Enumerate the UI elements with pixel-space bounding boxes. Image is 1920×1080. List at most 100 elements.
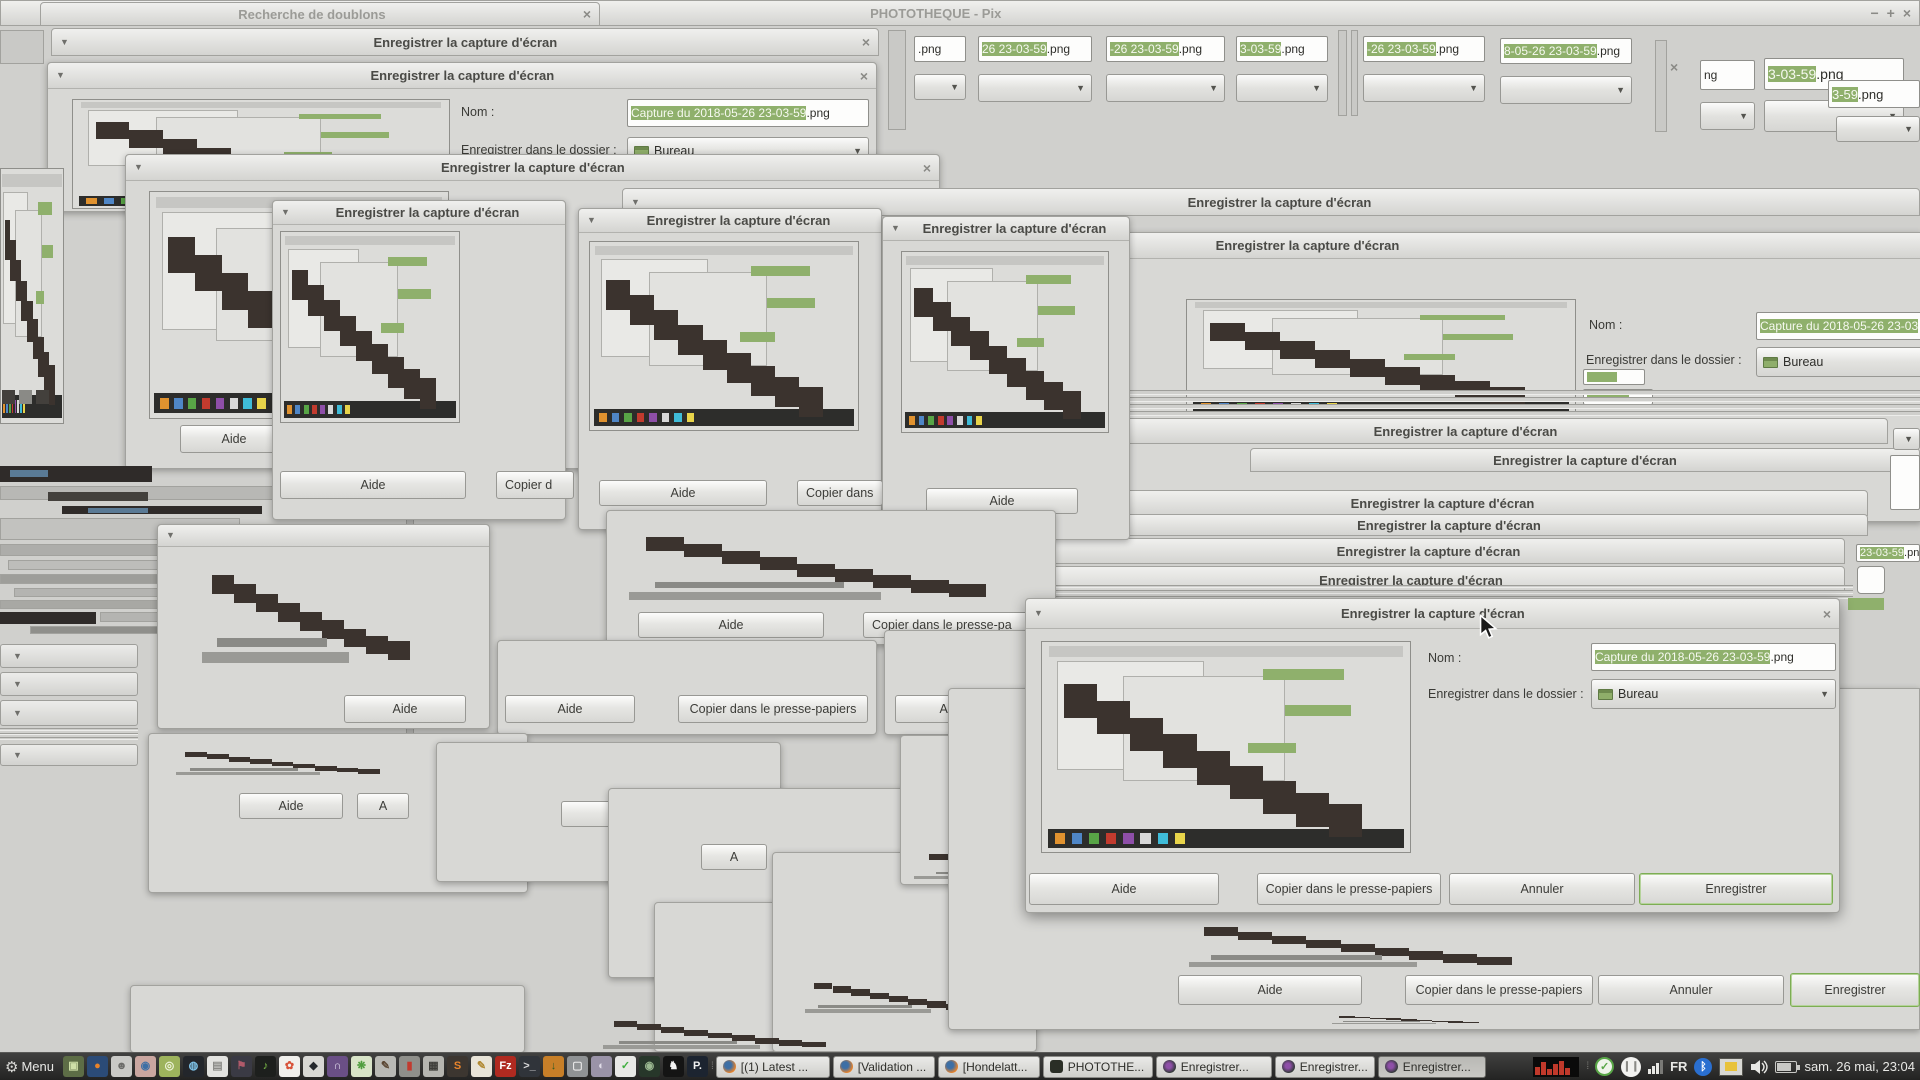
folder-select-fragment[interactable]: ▼ bbox=[1106, 74, 1225, 102]
launcher-film-app-icon[interactable]: ⚑ bbox=[231, 1056, 252, 1077]
launcher-filezilla-icon[interactable]: Fz bbox=[495, 1056, 516, 1077]
network-signal-icon[interactable] bbox=[1648, 1060, 1663, 1074]
expander-arrow-icon[interactable]: ▼ bbox=[891, 224, 900, 233]
expander-row[interactable]: ▼ bbox=[0, 744, 138, 766]
help-button[interactable]: A bbox=[357, 793, 409, 819]
dialog-titlebar[interactable]: ▼Enregistrer la capture d'écran bbox=[1026, 418, 1888, 444]
folder-select-fragment[interactable]: ▼ bbox=[1236, 74, 1328, 102]
taskbar-window-hondelatt[interactable]: [Hondelatt... bbox=[938, 1056, 1040, 1078]
help-button[interactable]: Aide bbox=[599, 480, 767, 506]
folder-select-fragment[interactable]: ▼ bbox=[1893, 428, 1920, 450]
launcher-messaging-icon[interactable]: ☻ bbox=[111, 1056, 132, 1077]
launcher-photos-app-icon[interactable]: ✿ bbox=[279, 1056, 300, 1077]
expander-arrow-icon[interactable]: ▼ bbox=[134, 163, 143, 172]
launcher-firefox-icon[interactable]: ● bbox=[87, 1056, 108, 1077]
expander-arrow-icon[interactable]: ▼ bbox=[587, 216, 596, 225]
cancel-button[interactable]: Annuler bbox=[1449, 873, 1635, 905]
dialog-titlebar[interactable]: ▼Enregistrer la capture d'écran bbox=[1000, 490, 1868, 516]
volume-icon[interactable] bbox=[1750, 1059, 1768, 1075]
launcher-audio-app-icon[interactable]: ∩ bbox=[327, 1056, 348, 1077]
close-icon[interactable]: × bbox=[860, 69, 868, 83]
launcher-spiral-app-icon[interactable]: ◎ bbox=[159, 1056, 180, 1077]
expander-arrow-icon[interactable]: ▼ bbox=[13, 751, 22, 760]
copy-to-clipboard-button[interactable]: Copier dans le presse-papiers bbox=[1257, 873, 1441, 905]
expander-arrow-icon[interactable]: ▼ bbox=[60, 38, 69, 47]
taskbar-window-enregistrer-active[interactable]: Enregistrer... bbox=[1378, 1056, 1486, 1078]
copy-to-clipboard-button[interactable]: Copier d bbox=[496, 471, 574, 499]
dialog-titlebar[interactable]: ▼Enregistrer la capture d'écran bbox=[579, 209, 881, 233]
folder-select[interactable]: Bureau ▼ bbox=[1591, 679, 1836, 709]
close-icon[interactable]: × bbox=[1903, 6, 1911, 20]
dialog-titlebar[interactable]: ▼Enregistrer la capture d'écran bbox=[995, 538, 1845, 564]
help-button[interactable]: Aide bbox=[638, 612, 824, 638]
filename-input-fragment[interactable]: 3-59.png bbox=[1828, 80, 1920, 108]
help-button[interactable]: Aide bbox=[1029, 873, 1219, 905]
launcher-show-desktop-icon[interactable]: ▣ bbox=[63, 1056, 84, 1077]
launcher-camera-app-icon[interactable]: ◉ bbox=[639, 1056, 660, 1077]
bluetooth-icon[interactable]: ᛒ bbox=[1694, 1058, 1712, 1076]
expander-row[interactable]: ▼ bbox=[0, 644, 138, 668]
help-button[interactable]: Aide bbox=[344, 695, 466, 723]
dialog-titlebar[interactable]: ▼ Enregistrer la capture d'écran × bbox=[48, 63, 876, 89]
launcher-switch-box-icon[interactable]: ▮ bbox=[399, 1056, 420, 1077]
dialog-titlebar[interactable]: ▼ Enregistrer la capture d'écran × bbox=[126, 155, 939, 181]
launcher-calculator-icon[interactable]: ▦ bbox=[423, 1056, 444, 1077]
gear-icon[interactable]: ⚙ bbox=[5, 1058, 18, 1076]
dialog-titlebar[interactable]: Enregistrer la capture d'écran bbox=[1250, 448, 1920, 472]
folder-select-fragment[interactable]: ▼ bbox=[1363, 74, 1485, 102]
dialog-titlebar[interactable]: Enregistrer la capture d'écran bbox=[1030, 514, 1868, 536]
launcher-lens-app-icon[interactable]: ◍ bbox=[183, 1056, 204, 1077]
filename-input-fragment[interactable]: -26 23-03-59.png bbox=[1363, 36, 1485, 62]
taskbar-window-enregistrer-2[interactable]: Enregistrer... bbox=[1275, 1056, 1375, 1078]
close-icon[interactable]: × bbox=[862, 35, 870, 49]
save-button[interactable]: Enregistrer bbox=[1790, 973, 1920, 1007]
dialog-titlebar[interactable]: ▼ bbox=[158, 525, 489, 547]
launcher-tool-pen-icon[interactable]: ✎ bbox=[375, 1056, 396, 1077]
filename-input-fragment[interactable]: .png bbox=[914, 36, 966, 62]
dialog-titlebar[interactable]: ▼ Enregistrer la capture d'écran × bbox=[51, 28, 879, 56]
filename-input-fragment[interactable]: 8-05-26 23-03-59.png bbox=[1500, 38, 1632, 64]
recherche-window-titlebar[interactable]: Recherche de doublons × bbox=[40, 2, 600, 26]
expander-arrow-icon[interactable]: ▼ bbox=[166, 531, 175, 540]
expander-arrow-icon[interactable]: ▼ bbox=[56, 71, 65, 80]
filename-input[interactable]: Capture du 2018-05-26 23-03-59.png bbox=[627, 99, 869, 127]
clock[interactable]: sam. 26 mai, 23:04 bbox=[1804, 1059, 1915, 1074]
launcher-package-app-icon[interactable]: ↓ bbox=[543, 1056, 564, 1077]
filename-input-fragment[interactable]: ng bbox=[1700, 60, 1755, 90]
filename-input-fragment[interactable]: 3-03-59.png bbox=[1236, 36, 1328, 62]
cancel-button[interactable]: Annuler bbox=[1598, 975, 1784, 1005]
help-button[interactable]: Aide bbox=[1178, 975, 1362, 1005]
filename-input-fragment[interactable]: 26 23-03-59.png bbox=[978, 36, 1092, 62]
dialog-titlebar[interactable]: ▼ Enregistrer la capture d'écran × bbox=[1026, 599, 1839, 629]
close-icon[interactable]: × bbox=[1823, 607, 1831, 621]
launcher-screenshot-app-icon[interactable]: ▢ bbox=[567, 1056, 588, 1077]
dialog-titlebar[interactable]: ▼Enregistrer la capture d'écran bbox=[883, 217, 1129, 241]
close-icon[interactable]: × bbox=[1670, 60, 1678, 74]
expander-row[interactable]: ▼ bbox=[0, 700, 138, 726]
dialog-titlebar[interactable]: ▼Enregistrer la capture d'écran bbox=[273, 201, 565, 225]
folder-select-fragment[interactable]: ▼ bbox=[1500, 76, 1632, 104]
taskbar-window-enregistrer-1[interactable]: Enregistrer... bbox=[1156, 1056, 1272, 1078]
menu-button[interactable]: Menu bbox=[21, 1059, 54, 1074]
expander-arrow-icon[interactable]: ▼ bbox=[13, 680, 22, 689]
launcher-terminal-icon[interactable]: >_ bbox=[519, 1056, 540, 1077]
expander-row[interactable]: ▼ bbox=[0, 672, 138, 696]
close-icon[interactable]: × bbox=[923, 161, 931, 175]
close-icon[interactable]: × bbox=[583, 7, 591, 21]
pause-icon[interactable]: ❙❙ bbox=[1621, 1057, 1641, 1077]
expander-arrow-icon[interactable]: ▼ bbox=[13, 652, 22, 661]
launcher-p-app-icon[interactable]: P. bbox=[687, 1056, 708, 1077]
filename-input[interactable]: Capture du 2018-05-26 23-03 bbox=[1756, 312, 1920, 340]
save-button[interactable]: Enregistrer bbox=[1639, 873, 1833, 905]
display-warning-icon[interactable] bbox=[1719, 1058, 1743, 1076]
copy-to-clipboard-button[interactable]: Copier dans bbox=[797, 480, 883, 506]
launcher-eye-viewer-icon[interactable]: ◉ bbox=[135, 1056, 156, 1077]
taskbar-window-phototheque[interactable]: PHOTOTHE... bbox=[1043, 1056, 1153, 1078]
expander-arrow-icon[interactable]: ▼ bbox=[631, 198, 640, 207]
filename-input[interactable]: Capture du 2018-05-26 23-03-59.png bbox=[1591, 643, 1836, 671]
launcher-sublime-text-icon[interactable]: S bbox=[447, 1056, 468, 1077]
minimize-icon[interactable]: − bbox=[1870, 6, 1878, 20]
keyboard-layout-indicator[interactable]: FR bbox=[1670, 1059, 1687, 1074]
filename-input-fragment[interactable]: 23-03-59.png bbox=[1856, 544, 1920, 562]
folder-select-fragment[interactable]: ▼ bbox=[1700, 102, 1755, 130]
